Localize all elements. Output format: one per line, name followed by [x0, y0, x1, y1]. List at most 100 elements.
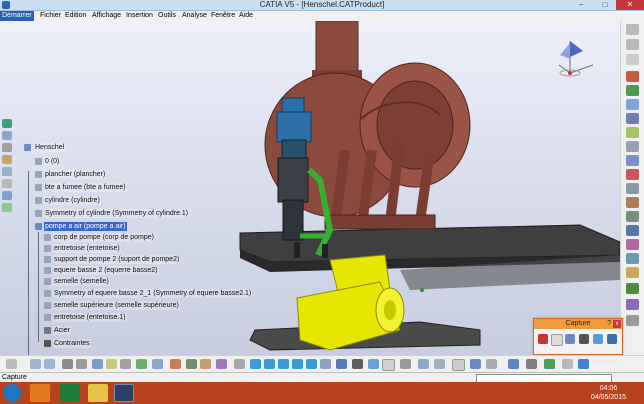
- tree-node-pompe-a-air[interactable]: pompe a air (pompe a air): [44, 222, 127, 231]
- firefox-icon[interactable]: [30, 384, 50, 402]
- zoom-in-icon[interactable]: [292, 359, 303, 369]
- tree-node-entretoise-1[interactable]: entretoise (entetoise.1): [53, 313, 127, 322]
- menu-outils[interactable]: Outils: [156, 11, 178, 21]
- excel-icon[interactable]: [60, 384, 80, 402]
- graphic-properties-icon[interactable]: [452, 359, 465, 371]
- pump-top-cylinder[interactable]: [276, 111, 312, 143]
- tree-node-symmetry-equere[interactable]: Symmetry of equere basse 2_1 (Symmetry o…: [53, 289, 253, 298]
- album-icon[interactable]: [593, 334, 603, 344]
- update-icon[interactable]: [626, 283, 639, 294]
- apply-material-icon[interactable]: [470, 359, 481, 369]
- catalog-icon[interactable]: [2, 191, 12, 200]
- sectioning-icon[interactable]: [626, 169, 639, 180]
- layer-icon[interactable]: [434, 359, 445, 369]
- minimize-button[interactable]: –: [570, 0, 592, 10]
- tree-node-acier[interactable]: Acier: [53, 326, 71, 335]
- pump-neck[interactable]: [281, 139, 307, 159]
- normal-view-icon[interactable]: [320, 359, 331, 369]
- component-icon[interactable]: [62, 359, 73, 369]
- zoom-out-icon[interactable]: [306, 359, 317, 369]
- law-icon[interactable]: [106, 359, 117, 369]
- menu-fichier[interactable]: Fichier: [38, 11, 63, 21]
- constraint-icon[interactable]: [626, 197, 639, 208]
- tree-node-equere-basse[interactable]: equere basse 2 (equerre basse2): [53, 266, 159, 275]
- manipulate-icon[interactable]: [626, 113, 639, 124]
- contact-icon[interactable]: [626, 225, 639, 236]
- sectioning-view-icon[interactable]: [400, 359, 411, 369]
- undo-icon[interactable]: [30, 359, 41, 369]
- lighting-icon[interactable]: [526, 359, 537, 369]
- tree-node-henschel[interactable]: Henschel: [34, 143, 66, 152]
- check-icon[interactable]: [136, 359, 147, 369]
- menu-insertion[interactable]: Insertion: [124, 11, 155, 21]
- part-icon[interactable]: [2, 131, 12, 140]
- sketch-plane-icon[interactable]: [2, 203, 12, 212]
- select-arrow-icon[interactable]: [6, 359, 17, 369]
- capture-close-button[interactable]: x: [613, 320, 621, 328]
- capture-title-bar[interactable]: Capture ? x: [534, 319, 622, 329]
- knowledge-icon[interactable]: [76, 359, 87, 369]
- move-icon[interactable]: [626, 99, 639, 110]
- menu-analyse[interactable]: Analyse: [180, 11, 209, 21]
- redo-icon[interactable]: [44, 359, 55, 369]
- angle-icon[interactable]: [626, 253, 639, 264]
- distance-icon[interactable]: [626, 183, 639, 194]
- options-icon[interactable]: [607, 334, 617, 344]
- tree-node-bte-a-fumee[interactable]: bte a fumee (bte a fumee): [44, 183, 127, 192]
- menu-fenetre[interactable]: Fenêtre: [209, 11, 237, 21]
- walk-icon[interactable]: [544, 359, 555, 369]
- axis-icon[interactable]: [186, 359, 197, 369]
- fly-mode-icon[interactable]: [234, 359, 245, 369]
- tree-node-contraintes[interactable]: Contraintes: [53, 339, 91, 348]
- measure-icon[interactable]: [2, 167, 12, 176]
- reuse-pattern-icon[interactable]: [626, 267, 639, 278]
- snap-icon[interactable]: [2, 179, 12, 188]
- menu-aide[interactable]: Aide: [237, 11, 255, 21]
- offset-icon[interactable]: [626, 239, 639, 250]
- hide-show-icon[interactable]: [368, 359, 379, 369]
- tree-node-0[interactable]: 0 (0): [44, 157, 61, 166]
- constraint-icon[interactable]: [2, 155, 12, 164]
- close-button[interactable]: ✕: [616, 0, 644, 10]
- explode-icon[interactable]: [626, 141, 639, 152]
- tree-node-entretoise[interactable]: entretoise (entetoise): [53, 244, 121, 253]
- image-icon[interactable]: [565, 334, 575, 344]
- maximize-button[interactable]: □: [594, 0, 616, 10]
- capture-help-button[interactable]: ?: [607, 319, 611, 329]
- camera-icon[interactable]: [579, 334, 589, 344]
- new-component-icon[interactable]: [626, 24, 639, 35]
- pump-body[interactable]: [277, 157, 309, 203]
- sketch-icon[interactable]: [2, 119, 12, 128]
- 3d-viewport[interactable]: Henschel 0 (0) plancher (plancher) bte a…: [0, 21, 620, 355]
- view-mode-icon[interactable]: [578, 359, 589, 369]
- menu-demarrer[interactable]: Démarrer: [0, 11, 34, 21]
- table-icon[interactable]: [152, 359, 163, 369]
- tree-node-semelle-superieure[interactable]: semelle supérieure (semelle supérieure): [53, 301, 180, 310]
- catalog-browser-icon[interactable]: [508, 359, 519, 369]
- file-explorer-icon[interactable]: [88, 384, 108, 402]
- properties-icon[interactable]: [418, 359, 429, 369]
- multi-instantiate-icon[interactable]: [626, 85, 639, 96]
- iso-view-icon[interactable]: [336, 359, 347, 369]
- graph-tree-icon[interactable]: [626, 71, 639, 82]
- snap-icon[interactable]: [626, 127, 639, 138]
- sketch-tool-icon[interactable]: [170, 359, 181, 369]
- measure-item-icon[interactable]: [200, 359, 211, 369]
- pan-icon[interactable]: [264, 359, 275, 369]
- menu-edition[interactable]: Edition: [63, 11, 88, 21]
- bom-icon[interactable]: [626, 299, 639, 310]
- start-orb-icon[interactable]: [3, 384, 21, 402]
- record-icon[interactable]: [538, 334, 548, 344]
- formula-icon[interactable]: [92, 359, 103, 369]
- product-icon[interactable]: [2, 143, 12, 152]
- pipe-manifold[interactable]: [324, 214, 436, 230]
- replace-icon[interactable]: [626, 54, 639, 65]
- compass-icon[interactable]: [555, 31, 600, 81]
- scene-icon[interactable]: [626, 315, 639, 326]
- tree-node-plancher[interactable]: plancher (plancher): [44, 170, 107, 179]
- catia-taskbar-icon[interactable]: [114, 384, 134, 402]
- rotate-icon[interactable]: [278, 359, 289, 369]
- clash-icon[interactable]: [626, 155, 639, 166]
- tree-node-symmetry-cylindre[interactable]: Symmetry of cylindre (Symmetry of cylind…: [44, 209, 190, 218]
- tree-node-support-de-pompe[interactable]: support de pompe 2 (suport de pompe2): [53, 255, 181, 264]
